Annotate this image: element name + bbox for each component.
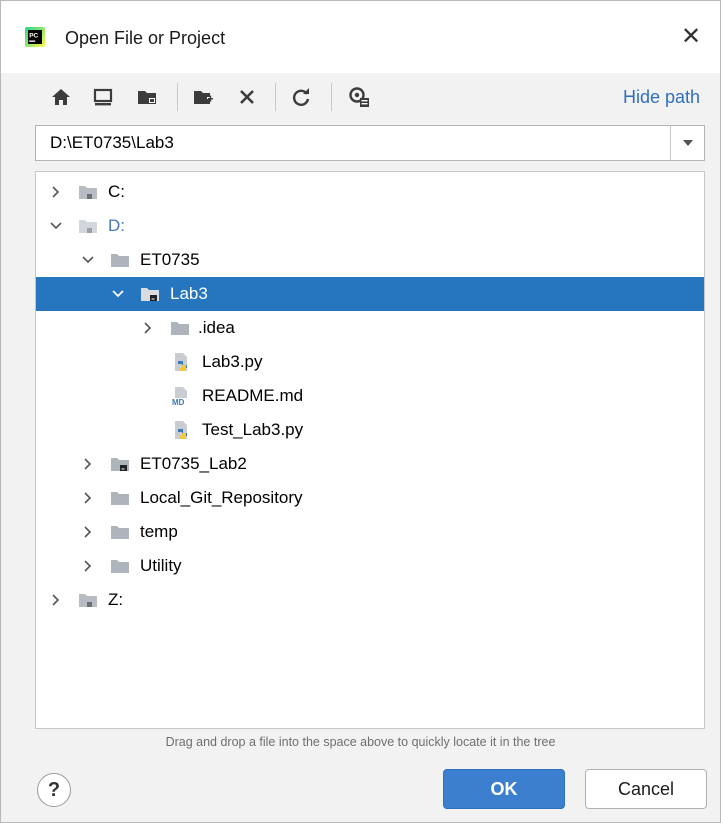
tree-row-label: temp [140, 522, 178, 541]
tree-row-d-drive[interactable]: D: [36, 209, 704, 243]
toolbar-separator [177, 83, 178, 111]
refresh-icon [292, 88, 310, 106]
toolbar-separator [275, 83, 276, 111]
desktop-button[interactable] [91, 85, 115, 109]
project-folder-icon [141, 288, 159, 301]
chevron-right-icon[interactable] [140, 320, 156, 336]
desktop-icon [93, 88, 113, 106]
chevron-right-icon[interactable] [80, 524, 96, 540]
folder-icon [111, 526, 129, 539]
refresh-button[interactable] [289, 85, 313, 109]
tree-row-c-drive[interactable]: C: [36, 175, 704, 209]
tree-row-temp[interactable]: temp [36, 515, 704, 549]
help-button[interactable]: ? [37, 773, 71, 807]
show-hidden-icon [349, 87, 369, 107]
tree-row-label: README.md [202, 386, 304, 405]
tree-row-label: .idea [198, 318, 235, 337]
close-button[interactable]: ✕ [677, 23, 705, 51]
project-button[interactable] [135, 85, 159, 109]
project-folder-icon [138, 91, 156, 104]
tree-row-label: ET0735_Lab2 [140, 454, 247, 473]
drive-icon [79, 186, 97, 199]
tree-row-label: D: [108, 216, 125, 235]
tree-row-label: Local_Git_Repository [140, 488, 303, 507]
hide-path-link[interactable]: Hide path [623, 87, 700, 108]
home-button[interactable] [49, 85, 73, 109]
folder-icon [111, 254, 129, 267]
path-dropdown-button[interactable] [670, 126, 705, 160]
chevron-right-icon[interactable] [48, 184, 64, 200]
chevron-down-icon[interactable] [80, 252, 96, 268]
chevron-down-icon[interactable] [48, 218, 64, 234]
file-tree[interactable]: C: D: ET0735 Lab3 .idea Lab3.py MD READM… [35, 171, 705, 729]
folder-icon [111, 492, 129, 505]
tree-row-et0735-lab2[interactable]: ET0735_Lab2 [36, 447, 704, 481]
tree-row-label: C: [108, 182, 125, 201]
delete-button[interactable] [235, 85, 259, 109]
pycharm-logo-icon: PC [25, 27, 45, 47]
dialog-title: Open File or Project [65, 28, 226, 48]
project-folder-icon [111, 458, 129, 471]
chevron-right-icon[interactable] [80, 558, 96, 574]
triangle-down-icon [683, 140, 693, 146]
open-file-dialog: PC Open File or Project ✕ Hide path D:\E… [0, 0, 721, 823]
tree-row-utility[interactable]: Utility [36, 549, 704, 583]
markdown-file-icon: MD [172, 387, 187, 406]
folder-icon [171, 322, 189, 335]
tree-row-et0735[interactable]: ET0735 [36, 243, 704, 277]
tree-row-lab3-py[interactable]: Lab3.py [36, 345, 704, 379]
tree-row-local-git-repository[interactable]: Local_Git_Repository [36, 481, 704, 515]
tree-row-label: ET0735 [140, 250, 200, 269]
svg-text:PC: PC [29, 33, 38, 40]
cancel-button[interactable]: Cancel [585, 769, 707, 809]
ok-button[interactable]: OK [443, 769, 565, 809]
tree-row-readme-md[interactable]: MD README.md [36, 379, 704, 413]
tree-row-label: Lab3.py [202, 352, 263, 371]
tree-row-label: Lab3 [170, 284, 208, 303]
drag-drop-hint: Drag and drop a file into the space abov… [165, 735, 556, 749]
path-input[interactable] [50, 126, 650, 160]
home-icon [52, 89, 70, 105]
tree-row-label: Test_Lab3.py [202, 420, 304, 439]
svg-text:MD: MD [172, 398, 185, 406]
folder-icon [111, 560, 129, 573]
python-file-icon [175, 353, 187, 371]
toolbar-separator [331, 83, 332, 111]
chevron-right-icon[interactable] [80, 456, 96, 472]
tree-row-test-lab3-py[interactable]: Test_Lab3.py [36, 413, 704, 447]
new-folder-icon [194, 91, 213, 104]
path-combobox[interactable] [35, 125, 705, 161]
chevron-right-icon[interactable] [48, 592, 64, 608]
drive-icon [79, 594, 97, 607]
chevron-down-icon[interactable] [110, 286, 126, 302]
tree-row-label: Z: [108, 590, 124, 609]
python-file-icon [175, 421, 187, 439]
tree-row-idea[interactable]: .idea [36, 311, 704, 345]
tree-row-z-drive[interactable]: Z: [36, 583, 704, 617]
title-bar: PC Open File or Project ✕ [1, 1, 720, 73]
show-hidden-button[interactable] [347, 85, 371, 109]
tree-row-lab3[interactable]: Lab3 [36, 277, 704, 311]
chevron-right-icon[interactable] [80, 490, 96, 506]
tree-row-label: Utility [140, 556, 182, 575]
delete-icon [240, 90, 254, 104]
new-folder-button[interactable] [191, 85, 215, 109]
drive-icon [79, 220, 97, 233]
